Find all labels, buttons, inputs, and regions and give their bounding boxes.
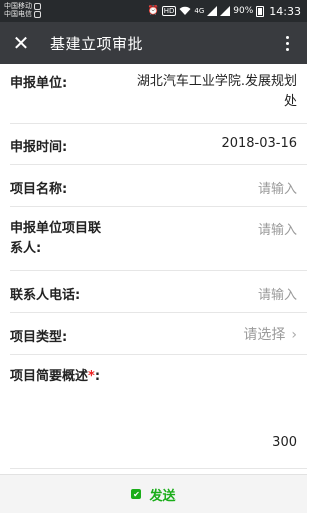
send-label: 发送 <box>149 488 176 504</box>
row-contact[interactable]: 申报单位项目联 系人: 请输入 <box>10 207 307 271</box>
signal-icon <box>207 6 218 16</box>
type-select[interactable]: 请选择 › <box>243 324 297 344</box>
hd-badge: HD <box>161 6 177 16</box>
alarm-icon: ⏰ <box>147 6 159 16</box>
wifi-icon <box>179 6 191 16</box>
summary-label-colon: : <box>94 369 101 384</box>
type-select-value: 请选择 <box>243 327 286 343</box>
battery-icon <box>256 5 265 17</box>
close-button[interactable]: ✕ <box>2 22 40 64</box>
required-mark: * <box>88 369 95 384</box>
contact-input[interactable]: 请输入 <box>258 219 297 238</box>
notification-icon-2 <box>34 10 41 18</box>
battery-percent: 90% <box>233 6 254 16</box>
row-type[interactable]: 项目类型: 请选择 › <box>10 313 307 355</box>
carrier-2: 中国电信 <box>4 10 32 18</box>
status-bar: 中国移动 中国电信 ⏰ HD 4G 90% 14:33 <box>0 0 307 22</box>
unit-value: 湖北汽车工业学院.发展规划 处 <box>137 72 297 112</box>
contact-label: 申报单位项目联 系人: <box>10 219 101 259</box>
project-name-label: 项目名称: <box>10 182 68 197</box>
row-summary[interactable]: 项目简要概述*: 300 <box>10 355 307 464</box>
row-project-name[interactable]: 项目名称: 请输入 <box>10 165 307 207</box>
time-value[interactable]: 2018-03-16 <box>221 136 297 151</box>
summary-label-text: 项目简要概述 <box>10 369 89 384</box>
contact-label-line1: 申报单位项目联 <box>10 221 102 236</box>
more-dot <box>285 41 289 45</box>
form: 申报单位: 湖北汽车工业学院.发展规划 处 申报时间: 2018-03-16 项… <box>0 64 307 464</box>
project-name-input[interactable]: 请输入 <box>258 178 297 197</box>
row-phone[interactable]: 联系人电话: 请输入 <box>10 271 307 313</box>
network-type: 4G <box>194 7 205 15</box>
more-options-button[interactable] <box>277 22 297 64</box>
more-dot <box>285 35 289 39</box>
contact-label-line2: 系人: <box>10 241 42 256</box>
partially-hidden-row <box>10 466 307 474</box>
check-icon: ✔ <box>131 489 142 499</box>
unit-label: 申报单位: <box>10 76 68 91</box>
summary-char-count: 300 <box>272 435 297 450</box>
title-bar: ✕ 基建立项审批 <box>0 22 307 64</box>
status-icons: ⏰ HD 4G 90% 14:33 <box>148 3 301 19</box>
type-label: 项目类型: <box>10 330 68 345</box>
time-label: 申报时间: <box>10 140 68 155</box>
row-unit: 申报单位: 湖北汽车工业学院.发展规划 处 <box>10 64 307 124</box>
unit-value-line1: 湖北汽车工业学院.发展规划 <box>136 74 297 89</box>
phone-label: 联系人电话: <box>10 288 81 303</box>
row-time[interactable]: 申报时间: 2018-03-16 <box>10 124 307 165</box>
summary-label: 项目简要概述*: <box>10 365 100 384</box>
phone-input[interactable]: 请输入 <box>258 284 297 303</box>
unit-value-line2: 处 <box>283 94 297 109</box>
clock: 14:33 <box>269 4 301 18</box>
carrier-1: 中国移动 <box>4 2 32 10</box>
chevron-right-icon: › <box>291 327 297 343</box>
footer-bar: ✔ 发送 <box>0 474 307 513</box>
page-title: 基建立项审批 <box>50 34 144 53</box>
carrier-info: 中国移动 中国电信 <box>4 2 41 18</box>
notification-icon <box>34 2 41 10</box>
close-icon: ✕ <box>12 31 30 55</box>
send-button[interactable]: ✔ 发送 <box>131 485 176 504</box>
signal-icon-2 <box>220 6 231 16</box>
more-dot <box>285 47 289 51</box>
